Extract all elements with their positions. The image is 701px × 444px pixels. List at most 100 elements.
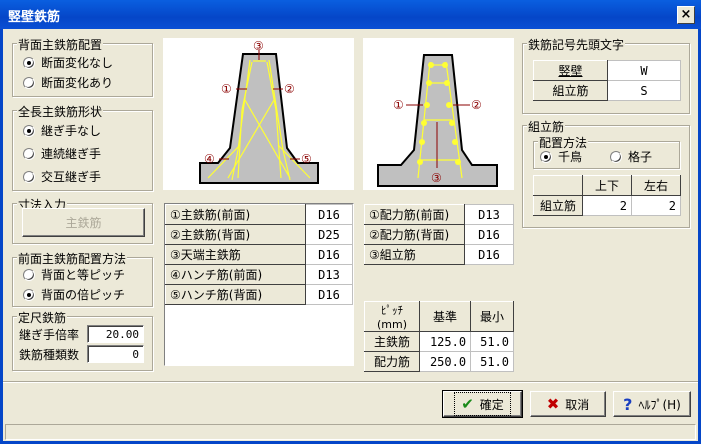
- vertical-header: 上下: [582, 175, 632, 196]
- table-row: 竪壁 W: [533, 60, 681, 81]
- radio-label: 千鳥: [558, 150, 583, 164]
- radio-label: 断面変化なし: [41, 56, 114, 70]
- table-row: ⑤ハンチ筋(背面) D16: [165, 284, 353, 305]
- radio-continuous-joint[interactable]: 連続継ぎ手: [23, 145, 101, 162]
- group-title: 鉄筋記号先頭文字: [527, 36, 626, 53]
- cancel-button[interactable]: ✖ 取消: [530, 391, 606, 417]
- ok-button[interactable]: ✔ 確定: [442, 390, 523, 418]
- row-label: 組立筋: [533, 195, 583, 216]
- front-main-layout-group: 前面主鉄筋配置方法 背面と等ピッチ 背面の倍ピッチ: [12, 250, 153, 307]
- radio-double-pitch[interactable]: 背面の倍ピッチ: [23, 286, 125, 303]
- pitch-cell[interactable]: 51.0: [470, 331, 514, 352]
- row-label: 配力筋: [364, 351, 420, 372]
- rebar-size-cell[interactable]: D13: [464, 204, 514, 225]
- minimum-header: 最小: [470, 301, 514, 332]
- rebar-label: ②配力筋(背面): [364, 224, 465, 245]
- rebar-size-cell[interactable]: D16: [305, 204, 353, 225]
- row-label: 竪壁: [533, 60, 608, 81]
- rebar-size-cell[interactable]: D25: [305, 224, 353, 245]
- radio-icon: [23, 288, 35, 301]
- table-row: 配力筋 250.0 51.0: [364, 351, 514, 372]
- button-label: 確定: [479, 397, 504, 412]
- rebar-label: ③天端主鉄筋: [165, 244, 306, 265]
- table-header-row: ﾋﾟｯﾁ(mm) 基準 最小: [364, 301, 514, 332]
- group-title: 全長主鉄筋形状: [17, 103, 104, 120]
- question-icon: ?: [623, 394, 633, 414]
- rebar-prefix-group: 鉄筋記号先頭文字 竪壁 W 組立筋 S: [522, 36, 690, 114]
- table-row: 組立筋 S: [533, 80, 681, 101]
- separator: [3, 381, 698, 383]
- label-2: ②: [471, 98, 482, 112]
- rebar-label: ②主鉄筋(背面): [165, 224, 306, 245]
- back-main-layout-group: 背面主鉄筋配置 断面変化なし 断面変化あり: [12, 36, 153, 97]
- vertical-count-cell[interactable]: 2: [582, 195, 632, 216]
- prefix-cell[interactable]: S: [607, 80, 681, 101]
- radio-alternate-joint[interactable]: 交互継ぎ手: [23, 168, 101, 185]
- group-title: 組立筋: [527, 118, 566, 135]
- pitch-cell[interactable]: 51.0: [470, 351, 514, 372]
- radio-icon: [23, 124, 35, 137]
- rebar-types-label: 鉄筋種類数: [19, 348, 80, 362]
- rebar-label: ①配力筋(前面): [364, 204, 465, 225]
- group-title: 背面主鉄筋配置: [17, 36, 104, 53]
- dimension-input-group: 寸法入力 主鉄筋: [12, 196, 153, 244]
- label-1: ①: [393, 98, 404, 112]
- rebar-size-cell[interactable]: D16: [464, 244, 514, 265]
- prefix-table: 竪壁 W 組立筋 S: [533, 60, 681, 101]
- table-row: ①主鉄筋(前面) D16: [165, 204, 353, 225]
- distribution-rebar-table: ①配力筋(前面) D13 ②配力筋(背面) D16 ③組立筋 D16: [364, 204, 514, 265]
- table-row: ④ハンチ筋(前面) D13: [165, 264, 353, 285]
- button-label: ﾍﾙﾌﾟ(H): [638, 397, 681, 412]
- rebar-size-cell[interactable]: D16: [305, 284, 353, 305]
- radio-label: 断面変化あり: [41, 76, 114, 90]
- joint-ratio-label: 継ぎ手倍率: [19, 328, 80, 342]
- help-button[interactable]: ? ﾍﾙﾌﾟ(H): [613, 391, 691, 417]
- wall-section-svg: ③ ① ② ④ ⑤: [199, 39, 319, 184]
- checkmark-icon: ✔: [461, 395, 474, 413]
- rebar-types-input[interactable]: 0: [87, 345, 144, 363]
- table-row: ③組立筋 D16: [364, 244, 514, 265]
- joint-ratio-input[interactable]: 20.00: [87, 325, 144, 343]
- radio-icon: [23, 76, 35, 89]
- table-row: 組立筋 2 2: [533, 195, 681, 216]
- window-title: 竪壁鉄筋: [8, 10, 61, 25]
- rebar-size-cell[interactable]: D16: [305, 244, 353, 265]
- radio-section-change[interactable]: 断面変化あり: [23, 74, 113, 91]
- button-label: 取消: [565, 397, 590, 412]
- placement-method-group: 配置方法 千鳥 格子: [533, 134, 680, 169]
- radio-icon: [23, 56, 35, 69]
- close-button[interactable]: ×: [677, 6, 695, 24]
- horizontal-header: 左右: [631, 175, 681, 196]
- pitch-header: ﾋﾟｯﾁ(mm): [364, 301, 420, 332]
- radio-icon: [540, 150, 552, 163]
- pitch-table: ﾋﾟｯﾁ(mm) 基準 最小 主鉄筋 125.0 51.0 配力筋 250.0 …: [364, 301, 514, 372]
- pitch-cell[interactable]: 250.0: [418, 351, 472, 372]
- distribution-rebar-diagram: ① ② ③: [363, 38, 514, 190]
- radio-no-joint[interactable]: 継ぎ手なし: [23, 122, 101, 139]
- radio-grid[interactable]: 格子: [610, 148, 652, 165]
- radio-icon: [23, 170, 35, 183]
- rebar-label: ⑤ハンチ筋(背面): [165, 284, 306, 305]
- rebar-label: ③組立筋: [364, 244, 465, 265]
- group-title: 定尺鉄筋: [17, 309, 68, 326]
- rebar-label: ①主鉄筋(前面): [165, 204, 306, 225]
- row-label: 組立筋: [533, 80, 608, 101]
- radio-staggered[interactable]: 千鳥: [540, 148, 582, 165]
- radio-label: 背面と等ピッチ: [41, 268, 126, 282]
- rebar-size-cell[interactable]: D13: [305, 264, 353, 285]
- label-4: ④: [204, 152, 215, 166]
- radio-icon: [23, 147, 35, 160]
- table-row: ②主鉄筋(背面) D25: [165, 224, 353, 245]
- x-icon: ✖: [546, 395, 560, 413]
- pitch-cell[interactable]: 125.0: [418, 331, 472, 352]
- main-rebar-dimension-button[interactable]: 主鉄筋: [22, 208, 145, 237]
- radio-label: 背面の倍ピッチ: [41, 288, 126, 302]
- radio-equal-pitch[interactable]: 背面と等ピッチ: [23, 266, 125, 283]
- label-5: ⑤: [301, 152, 312, 166]
- radio-no-section-change[interactable]: 断面変化なし: [23, 54, 113, 71]
- horizontal-count-cell[interactable]: 2: [631, 195, 681, 216]
- rebar-size-cell[interactable]: D16: [464, 224, 514, 245]
- radio-label: 連続継ぎ手: [41, 147, 102, 161]
- prefix-cell[interactable]: W: [607, 60, 681, 81]
- title-bar: 竪壁鉄筋: [0, 0, 701, 29]
